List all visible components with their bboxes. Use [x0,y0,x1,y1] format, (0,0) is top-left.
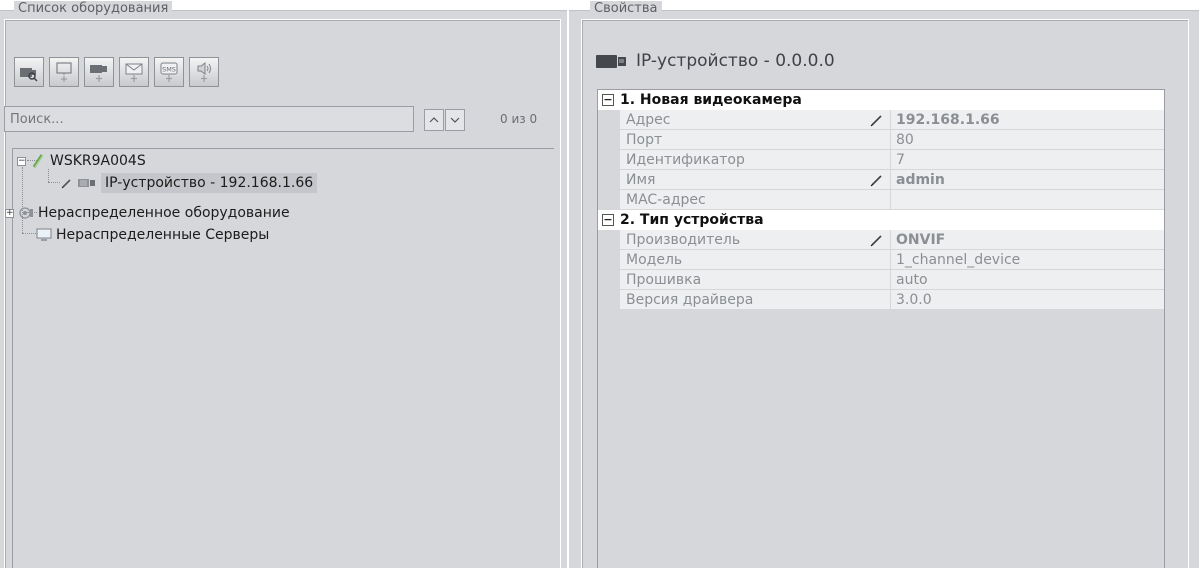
property-name: Производитель [626,232,741,248]
tree-connector [22,167,23,233]
add-ip-device-button[interactable] [84,57,114,87]
speaker-plus-icon [197,62,211,82]
equipment-list-title: Список оборудования [14,1,173,16]
sms-plus-icon: SMS [160,62,178,82]
property-value[interactable]: 192.168.1.66 [890,110,1164,130]
collapse-toggle[interactable]: − [602,214,614,226]
tree-node-ip-device[interactable]: IP-устройство - 192.168.1.66 [61,173,318,193]
computer-icon [35,227,53,243]
category-label: 1. Новая видеокамера [620,92,802,108]
pencil-icon [870,115,882,127]
add-email-button[interactable] [119,57,149,87]
search-nav [424,109,465,131]
property-name-cell: Адрес [620,110,890,130]
svg-text:SMS: SMS [162,66,176,74]
camera-icon [596,55,626,68]
property-value[interactable]: admin [890,170,1164,190]
tree-node-label: Нераспределенное оборудование [38,205,290,221]
add-sms-button[interactable]: SMS [154,57,184,87]
search-result-count: 0 из 0 [500,112,538,126]
camera-plus-icon [90,65,107,82]
monitor-plus-icon [56,62,72,82]
property-row-driver-version[interactable]: Версия драйвера 3.0.0 [598,290,1164,310]
pencil-icon [61,175,73,191]
tree-node-label: IP-устройство - 192.168.1.66 [101,173,318,193]
property-value[interactable]: 80 [890,130,1164,150]
search-prev-button[interactable] [424,109,444,131]
tree-node-unassigned-servers[interactable]: Нераспределенные Серверы [35,225,269,245]
property-value[interactable]: 3.0.0 [890,290,1164,310]
property-name-cell: Идентификатор [620,150,890,170]
property-grid: − 1. Новая видеокамера Адрес 192.168.1.6… [597,89,1165,568]
property-row-mac[interactable]: MAC-адрес [598,190,1164,210]
properties-title: Свойства [590,1,662,16]
tree-connector [48,182,60,183]
property-name-cell: MAC-адрес [620,190,890,210]
device-title-text: IP-устройство - 0.0.0.0 [636,51,835,71]
property-name: Идентификатор [626,152,745,168]
property-row-model[interactable]: Модель 1_channel_device [598,250,1164,270]
property-name: Модель [626,252,683,268]
property-name-cell: Прошивка [620,270,890,290]
add-camera-button[interactable] [14,57,44,87]
collapse-toggle[interactable]: − [17,156,26,166]
properties-panel: Свойства IP-устройство - 0.0.0.0 − 1. Но… [569,1,1199,568]
device-header: IP-устройство - 0.0.0.0 [596,51,835,71]
tree-node-unassigned-devices[interactable]: + Нераспределенное оборудование [5,203,290,223]
equipment-config-window: Список оборудования SMS Поиск... 0 из 0 … [0,0,1199,568]
chevron-up-icon [429,117,439,123]
camera-search-icon [20,68,38,82]
property-value[interactable]: 7 [890,150,1164,170]
equipment-tree[interactable]: − WSKR9A004S IP-устройство - 192.168.1.6… [5,148,554,568]
property-name-cell: Имя [620,170,890,190]
tree-node-label: WSKR9A004S [50,153,146,169]
property-row-firmware[interactable]: Прошивка auto [598,270,1164,290]
pencil-icon [870,175,882,187]
property-value[interactable]: ONVIF [890,230,1164,250]
equipment-toolbar: SMS [14,57,219,87]
property-name-cell: Версия драйвера [620,290,890,310]
category-label: 2. Тип устройства [620,212,764,228]
property-name: Прошивка [626,272,702,288]
property-name-cell: Порт [620,130,890,150]
category-device-type[interactable]: − 2. Тип устройства [598,210,1164,230]
add-speaker-button[interactable] [189,57,219,87]
tree-node-label: Нераспределенные Серверы [56,227,270,243]
property-row-identifier[interactable]: Идентификатор 7 [598,150,1164,170]
equipment-list-panel: Список оборудования SMS Поиск... 0 из 0 … [0,1,567,568]
property-name: Имя [626,172,656,188]
property-name: Адрес [626,112,671,128]
envelope-plus-icon [125,63,143,82]
property-row-name[interactable]: Имя admin [598,170,1164,190]
property-value[interactable] [890,190,1164,210]
property-value[interactable]: auto [890,270,1164,290]
expand-toggle[interactable]: + [5,208,14,218]
property-name: Версия драйвера [626,292,754,308]
property-name-cell: Производитель [620,230,890,250]
property-row-manufacturer[interactable]: Производитель ONVIF [598,230,1164,250]
server-icon [29,153,47,169]
add-server-button[interactable] [49,57,79,87]
property-row-port[interactable]: Порт 80 [598,130,1164,150]
property-name: Порт [626,132,663,148]
tree-node-server[interactable]: − WSKR9A004S [17,151,146,171]
search-input[interactable] [4,106,414,132]
ip-device-icon [76,175,98,191]
collapse-toggle[interactable]: − [602,94,614,106]
chevron-down-icon [450,117,460,123]
property-value[interactable]: 1_channel_device [890,250,1164,270]
unassigned-device-icon [17,205,35,221]
property-name-cell: Модель [620,250,890,270]
pencil-icon [870,235,882,247]
category-new-camera[interactable]: − 1. Новая видеокамера [598,90,1164,110]
search-next-button[interactable] [445,109,465,131]
property-name: MAC-адрес [626,192,706,208]
tree-connector [22,233,36,234]
property-row-address[interactable]: Адрес 192.168.1.66 [598,110,1164,130]
